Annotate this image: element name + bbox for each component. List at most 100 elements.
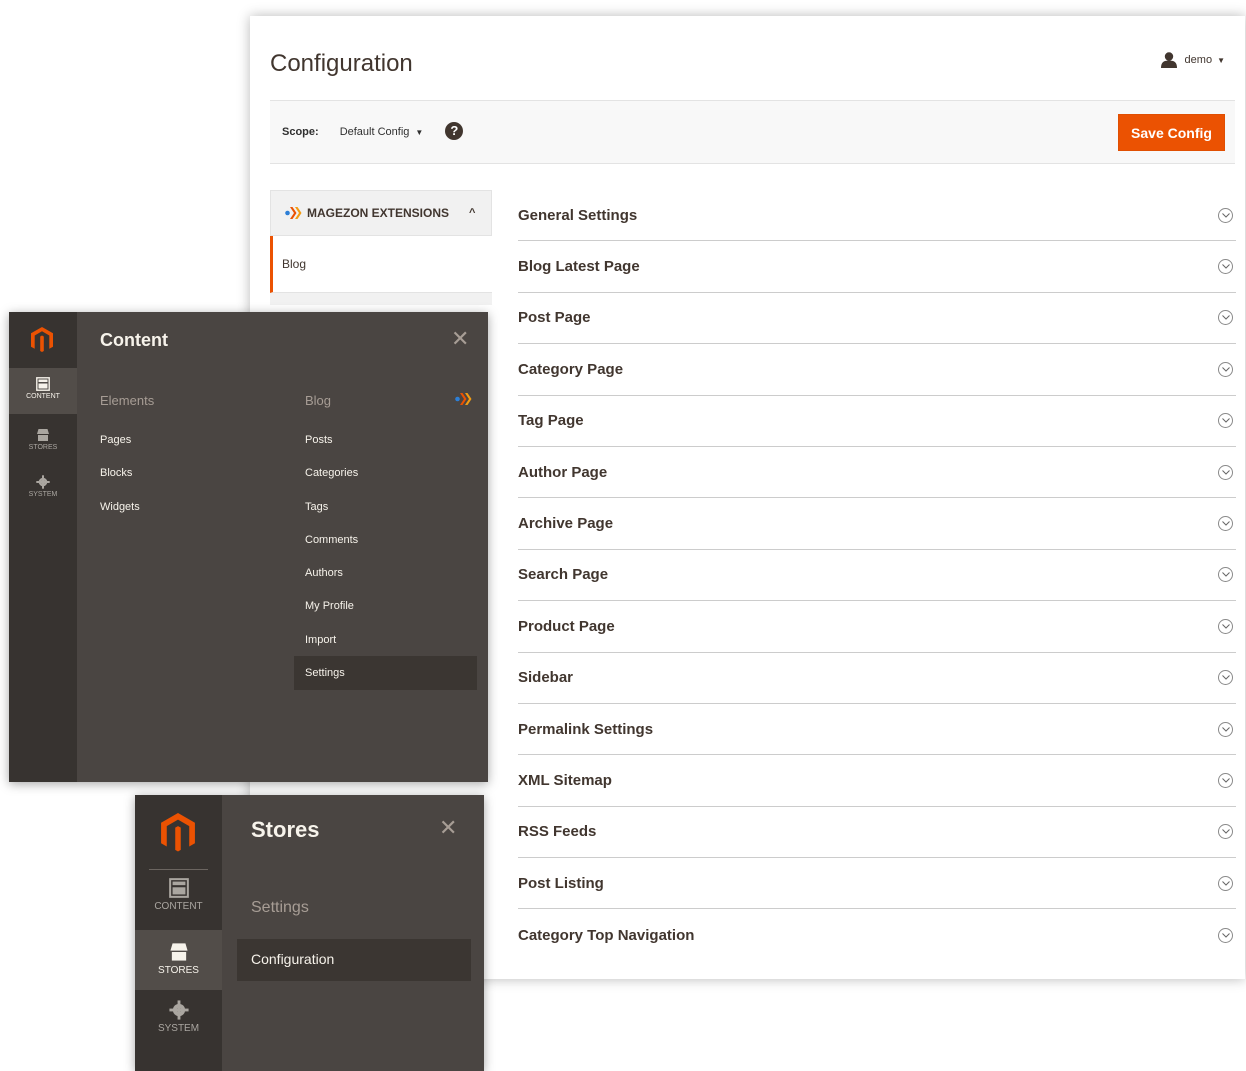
- section-title: Sidebar: [518, 669, 574, 687]
- section-product-page[interactable]: Product Page: [518, 601, 1236, 653]
- rail-system[interactable]: SYSTEM: [135, 1000, 222, 1050]
- chevron-down-circle-icon[interactable]: [1218, 721, 1233, 737]
- scope-value: Default Config: [339, 126, 410, 138]
- gear-icon: [168, 1000, 189, 1020]
- chevron-down-circle-icon[interactable]: [1218, 516, 1233, 532]
- rail-content[interactable]: CONTENT: [135, 878, 222, 928]
- content-menu-panel: CONTENT STORES SYSTEM Content ✕ Elements…: [9, 312, 488, 782]
- section-title: Tag Page: [518, 412, 584, 430]
- rail-label: STORES: [158, 965, 199, 976]
- menu-link-tags[interactable]: Tags: [305, 501, 328, 513]
- section-author-page[interactable]: Author Page: [518, 447, 1236, 499]
- menu-link-comments[interactable]: Comments: [305, 534, 358, 546]
- menu-link-pages[interactable]: Pages: [100, 434, 131, 446]
- chevron-down-circle-icon[interactable]: [1218, 618, 1233, 634]
- magento-logo-icon[interactable]: [31, 327, 53, 358]
- menu-link-authors[interactable]: Authors: [305, 567, 343, 579]
- section-search-page[interactable]: Search Page: [518, 550, 1236, 602]
- rail-stores[interactable]: STORES: [135, 930, 222, 990]
- stores-icon: [169, 943, 188, 961]
- section-rss-feeds[interactable]: RSS Feeds: [518, 807, 1236, 859]
- rail-label: CONTENT: [26, 393, 60, 400]
- rail-label: SYSTEM: [157, 1023, 200, 1034]
- menu-link-import[interactable]: Import: [305, 634, 336, 646]
- section-title: Product Page: [518, 617, 615, 635]
- close-icon[interactable]: ✕: [451, 326, 469, 352]
- section-post-page[interactable]: Post Page: [518, 293, 1236, 345]
- menu-link-settings[interactable]: Settings: [294, 656, 477, 690]
- rail-system[interactable]: SYSTEM: [9, 470, 77, 516]
- chevron-up-icon: ^: [469, 207, 476, 219]
- chevron-down-circle-icon[interactable]: [1218, 361, 1233, 377]
- section-title: Category Top Navigation: [518, 926, 695, 944]
- section-category-page[interactable]: Category Page: [518, 344, 1236, 396]
- caret-down-icon: ▼: [1217, 55, 1225, 65]
- admin-rail: CONTENT STORES SYSTEM: [9, 312, 77, 782]
- admin-rail: CONTENT STORES SYSTEM: [135, 795, 222, 1071]
- chevron-down-circle-icon[interactable]: [1218, 824, 1233, 840]
- chevron-down-circle-icon[interactable]: [1218, 772, 1233, 788]
- magezon-logo-icon: [285, 207, 302, 219]
- section-permalink-settings[interactable]: Permalink Settings: [518, 704, 1236, 756]
- chevron-down-circle-icon[interactable]: [1218, 310, 1233, 326]
- user-name: demo: [1184, 54, 1213, 66]
- section-title: Author Page: [518, 463, 608, 481]
- stores-menu-panel: CONTENT STORES SYSTEM Stores ✕ Settings …: [135, 795, 484, 1071]
- rail-label: STORES: [28, 444, 58, 451]
- magento-logo-icon[interactable]: [161, 813, 195, 858]
- section-title: Archive Page: [518, 515, 614, 533]
- content-icon: [36, 377, 50, 391]
- menu-link-my-profile[interactable]: My Profile: [305, 600, 354, 612]
- menu-link-posts[interactable]: Posts: [305, 434, 333, 446]
- rail-content[interactable]: CONTENT: [9, 368, 77, 414]
- section-tag-page[interactable]: Tag Page: [518, 396, 1236, 447]
- chevron-down-circle-icon[interactable]: [1218, 464, 1233, 480]
- caret-down-icon: ▼: [415, 127, 424, 137]
- close-icon[interactable]: ✕: [439, 815, 457, 841]
- help-icon[interactable]: ?: [445, 121, 464, 140]
- chevron-down-circle-icon[interactable]: [1218, 927, 1233, 943]
- menu-link-configuration[interactable]: Configuration: [237, 939, 471, 981]
- blog-heading: Blog: [305, 393, 332, 408]
- chevron-down-circle-icon[interactable]: [1218, 413, 1233, 429]
- section-title: RSS Feeds: [518, 823, 597, 841]
- section-title: Blog Latest Page: [518, 258, 640, 276]
- tab-group-magezon[interactable]: MAGEZON EXTENSIONS ^: [270, 190, 492, 236]
- stores-icon: [37, 429, 49, 441]
- scope-select[interactable]: Default Config ▼: [340, 126, 424, 138]
- section-title: Category Page: [518, 360, 624, 378]
- page-title: Configuration: [270, 50, 413, 77]
- gear-icon: [36, 475, 50, 489]
- chevron-down-circle-icon[interactable]: [1218, 259, 1233, 275]
- section-archive-page[interactable]: Archive Page: [518, 498, 1236, 550]
- content-icon: [168, 878, 189, 898]
- chevron-down-circle-icon[interactable]: [1218, 207, 1233, 223]
- user-menu[interactable]: demo ▼: [1160, 52, 1225, 68]
- menu-link-blocks[interactable]: Blocks: [100, 467, 132, 479]
- chevron-down-circle-icon[interactable]: [1218, 670, 1233, 686]
- section-general-settings[interactable]: General Settings: [518, 190, 1236, 242]
- config-sections: General Settings Blog Latest Page Post P…: [518, 190, 1236, 961]
- menu-title: Stores: [251, 817, 320, 842]
- user-icon: [1160, 52, 1177, 68]
- section-category-top-navigation[interactable]: Category Top Navigation: [518, 909, 1236, 960]
- settings-heading: Settings: [251, 899, 309, 916]
- config-tabs: MAGEZON EXTENSIONS ^ Blog: [270, 190, 492, 305]
- section-post-listing[interactable]: Post Listing: [518, 858, 1236, 910]
- chevron-down-circle-icon[interactable]: [1218, 567, 1233, 583]
- menu-link-categories[interactable]: Categories: [305, 467, 358, 479]
- tab-blog[interactable]: Blog: [270, 236, 492, 293]
- elements-heading: Elements: [100, 393, 155, 408]
- section-title: Search Page: [518, 566, 609, 584]
- save-config-button[interactable]: Save Config: [1118, 114, 1225, 151]
- menu-title: Content: [100, 330, 168, 350]
- section-xml-sitemap[interactable]: XML Sitemap: [518, 755, 1236, 807]
- section-blog-latest-page[interactable]: Blog Latest Page: [518, 241, 1236, 293]
- chevron-down-circle-icon[interactable]: [1218, 875, 1233, 891]
- scope-label: Scope:: [282, 126, 319, 138]
- rail-stores[interactable]: STORES: [9, 420, 77, 466]
- section-sidebar[interactable]: Sidebar: [518, 653, 1236, 704]
- section-title: Post Page: [518, 309, 591, 327]
- tab-divider: [270, 293, 492, 305]
- menu-link-widgets[interactable]: Widgets: [100, 501, 140, 513]
